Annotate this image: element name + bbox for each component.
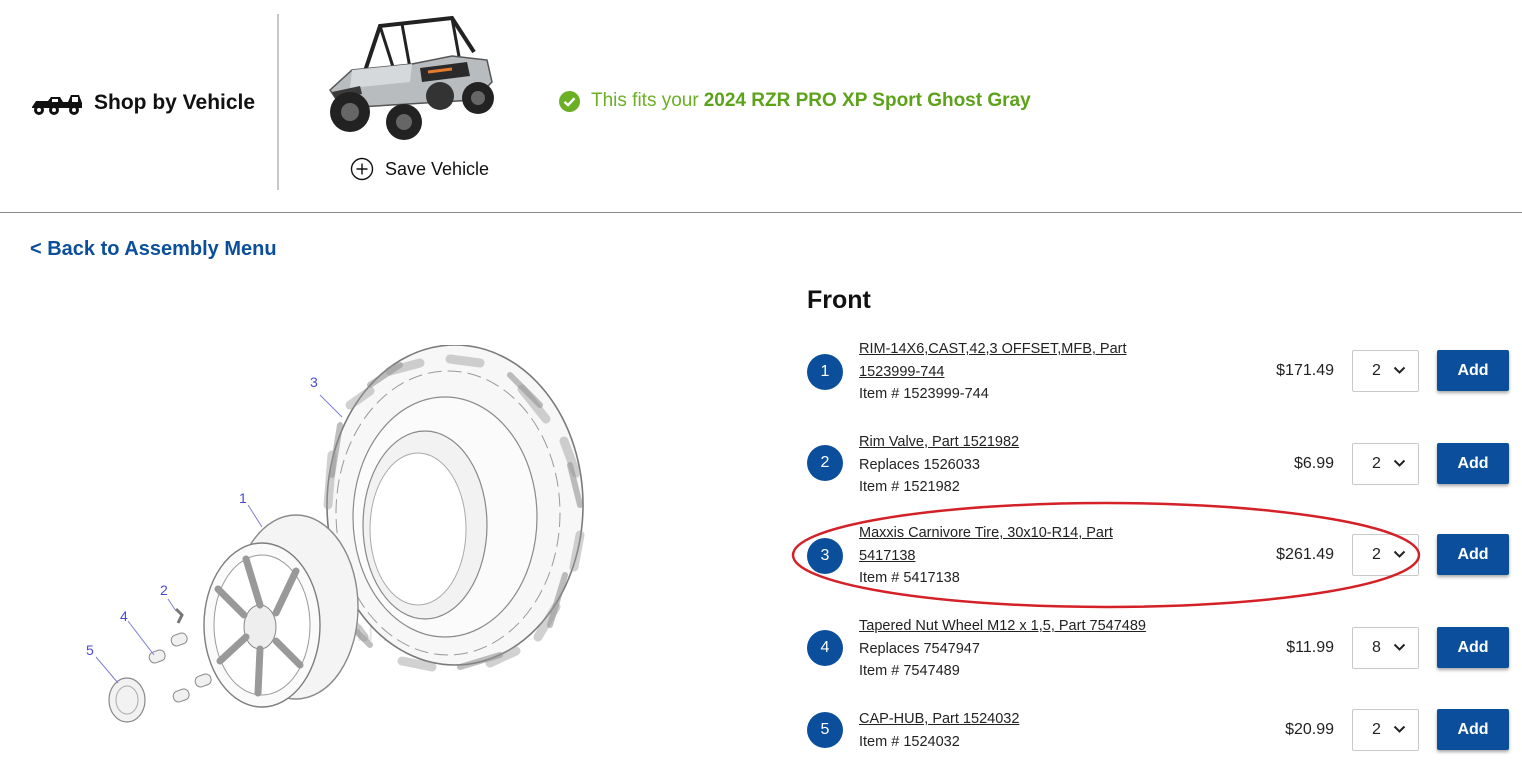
quantity-value: 2 xyxy=(1372,721,1381,738)
section-title: Front xyxy=(807,286,871,314)
vehicle-header: Shop by Vehicle Save Vehicle This fits y… xyxy=(0,0,1522,213)
quantity-value: 8 xyxy=(1372,639,1381,656)
save-vehicle-label: Save Vehicle xyxy=(385,158,490,179)
callout-2: 2 xyxy=(160,582,168,598)
callout-1: 1 xyxy=(239,490,247,506)
chevron-down-icon xyxy=(1393,550,1406,558)
part-price: $6.99 xyxy=(1293,455,1334,472)
vehicle-icon xyxy=(32,95,82,115)
quantity-select[interactable]: 2 xyxy=(1352,350,1419,392)
part-replaces: Replaces 7547947 xyxy=(859,640,980,657)
part-row: 1 RIM-14X6,CAST,42,3 OFFSET,MFB, Part 152… xyxy=(807,338,1509,408)
callout-5: 5 xyxy=(86,642,94,658)
quantity-value: 2 xyxy=(1372,362,1381,379)
quantity-select[interactable]: 2 xyxy=(1352,443,1419,485)
chevron-down-icon xyxy=(1393,725,1406,733)
back-to-assembly-link[interactable]: < Back to Assembly Menu xyxy=(30,238,277,261)
add-to-cart-button[interactable]: Add xyxy=(1437,627,1509,668)
quantity-select[interactable]: 2 xyxy=(1352,709,1419,751)
fitment-vehicle-name: 2024 RZR PRO XP Sport Ghost Gray xyxy=(703,90,1031,111)
callout-3: 3 xyxy=(310,374,318,390)
part-item-number: Item # 5417138 xyxy=(859,570,960,586)
quantity-select[interactable]: 8 xyxy=(1352,627,1419,669)
add-to-cart-button[interactable]: Add xyxy=(1437,534,1509,575)
add-to-cart-button[interactable]: Add xyxy=(1437,350,1509,391)
part-item-number: Item # 1524032 xyxy=(859,733,960,750)
part-name-link[interactable]: CAP-HUB, Part 1524032 xyxy=(859,708,1159,731)
part-item-number: Item # 7547489 xyxy=(859,663,960,679)
part-row: 2 Rim Valve, Part 1521982 Replaces 15260… xyxy=(807,431,1509,501)
callout-4: 4 xyxy=(120,608,128,624)
plus-circle-icon xyxy=(350,157,374,181)
part-price: $261.49 xyxy=(1276,546,1334,563)
check-circle-icon xyxy=(559,90,580,112)
quantity-select[interactable]: 2 xyxy=(1352,534,1419,576)
tire-drawing xyxy=(323,345,585,672)
part-item-number: Item # 1523999-744 xyxy=(859,386,989,402)
shop-by-vehicle[interactable]: Shop by Vehicle xyxy=(30,87,255,119)
part-row: 4 Tapered Nut Wheel M12 x 1,5, Part 7547… xyxy=(807,615,1509,685)
chevron-down-icon xyxy=(1393,459,1406,467)
part-replaces: Replaces 1526033 xyxy=(859,456,980,473)
chevron-down-icon xyxy=(1393,643,1406,651)
header-divider xyxy=(277,14,279,190)
part-info: RIM-14X6,CAST,42,3 OFFSET,MFB, Part 15239… xyxy=(859,338,1159,406)
part-price: $11.99 xyxy=(1286,639,1334,656)
part-row: 3 Maxxis Carnivore Tire, 30x10-R14, Part… xyxy=(807,522,1509,592)
part-name-link[interactable]: Tapered Nut Wheel M12 x 1,5, Part 754748… xyxy=(859,615,1189,638)
part-info: Tapered Nut Wheel M12 x 1,5, Part 754748… xyxy=(859,615,1189,683)
part-number-badge: 1 xyxy=(807,354,843,390)
assembly-diagram: ADVENTURE 3 1 2 4 5 xyxy=(86,345,585,723)
part-row: 5 CAP-HUB, Part 1524032 Item # 1524032 $… xyxy=(807,708,1509,769)
small-parts-drawing xyxy=(108,607,212,723)
vehicle-image xyxy=(302,12,500,142)
part-number-badge: 3 xyxy=(807,538,843,574)
chevron-down-icon xyxy=(1393,366,1406,374)
fitment-message: This fits your 2024 RZR PRO XP Sport Gho… xyxy=(559,88,1031,114)
part-number-badge: 2 xyxy=(807,445,843,481)
part-number-badge: 4 xyxy=(807,630,843,666)
fitment-prefix: This fits your xyxy=(591,90,699,111)
part-number-badge: 5 xyxy=(807,712,843,748)
part-item-number: Item # 1521982 xyxy=(859,479,960,495)
part-info: Maxxis Carnivore Tire, 30x10-R14, Part 54… xyxy=(859,522,1159,590)
part-name-link[interactable]: Rim Valve, Part 1521982 xyxy=(859,431,1159,454)
part-price: $20.99 xyxy=(1285,721,1334,738)
part-name-link[interactable]: Maxxis Carnivore Tire, 30x10-R14, Part 54… xyxy=(859,522,1159,567)
part-price: $171.49 xyxy=(1276,362,1334,379)
part-name-link[interactable]: RIM-14X6,CAST,42,3 OFFSET,MFB, Part 15239… xyxy=(859,338,1159,383)
save-vehicle-button[interactable]: Save Vehicle xyxy=(350,156,489,182)
quantity-value: 2 xyxy=(1372,546,1381,563)
part-info: CAP-HUB, Part 1524032 Item # 1524032 xyxy=(859,708,1159,753)
add-to-cart-button[interactable]: Add xyxy=(1437,709,1509,750)
part-info: Rim Valve, Part 1521982 Replaces 1526033… xyxy=(859,431,1159,499)
rim-drawing xyxy=(203,514,359,708)
add-to-cart-button[interactable]: Add xyxy=(1437,443,1509,484)
shop-by-vehicle-label: Shop by Vehicle xyxy=(94,91,256,114)
quantity-value: 2 xyxy=(1372,455,1381,472)
